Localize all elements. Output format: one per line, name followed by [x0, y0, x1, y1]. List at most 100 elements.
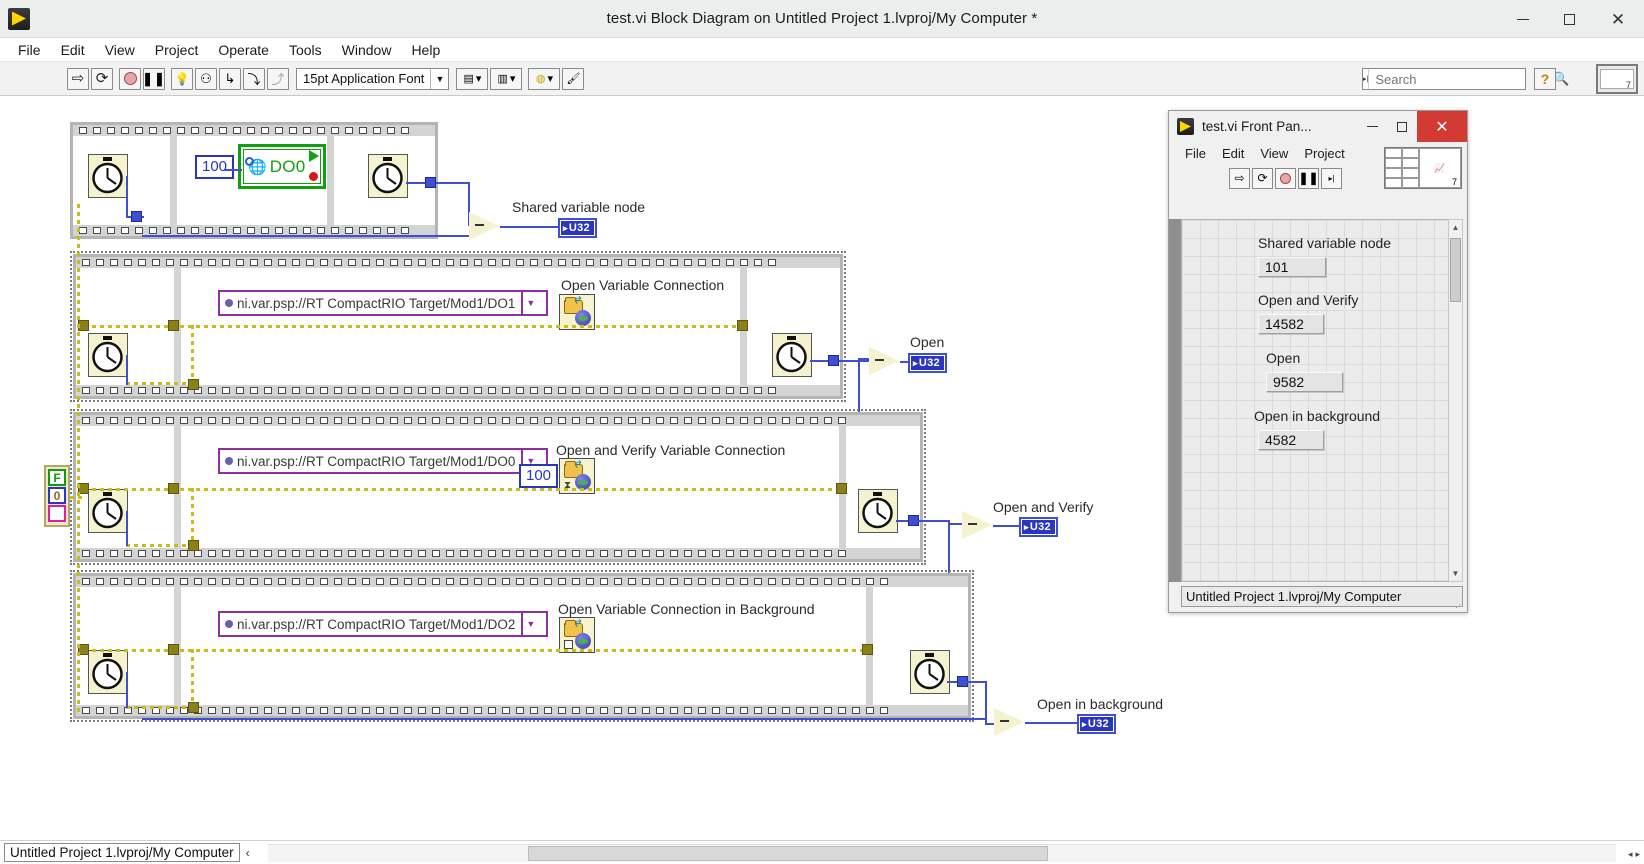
align-objects-dropdown[interactable]: ▤ ▾ [456, 67, 489, 90]
scrollbar-thumb[interactable] [528, 846, 1048, 861]
distribute-objects-dropdown[interactable]: ▥ ▾ [490, 67, 523, 90]
error-tunnel[interactable] [168, 644, 179, 655]
clean-up-diagram-button[interactable]: 🖌 [562, 67, 585, 90]
open-in-background-indicator[interactable]: U32 [1077, 714, 1116, 734]
subtract-node[interactable] [468, 211, 503, 241]
scroll-right-icon[interactable]: ▸ [1635, 849, 1640, 860]
open-in-background-sequence[interactable] [70, 570, 974, 722]
step-out-button[interactable] [267, 67, 289, 90]
menu-view[interactable]: View [95, 40, 145, 60]
horizontal-scrollbar[interactable] [268, 844, 1616, 862]
resize-grip-icon[interactable]: ⋰ [1455, 599, 1464, 610]
error-cluster-constant[interactable]: F 0 [44, 465, 70, 527]
help-button[interactable]: ? [1534, 68, 1556, 90]
open-indicator[interactable]: U32 [908, 353, 947, 373]
shared-variable-node-indicator[interactable]: U32 [558, 218, 597, 238]
scrollbar-thumb[interactable] [1450, 238, 1461, 302]
maximize-button[interactable] [1546, 0, 1592, 38]
fp-menu-view[interactable]: View [1252, 145, 1296, 162]
menu-project[interactable]: Project [145, 40, 209, 60]
close-button[interactable]: ✕ [1592, 0, 1644, 38]
open-variable-connection-in-background-node[interactable]: ↱ [559, 617, 595, 653]
status-bar-resize-marker[interactable]: ‹ [246, 846, 250, 860]
fp-menu-project[interactable]: Project [1296, 145, 1352, 162]
error-tunnel[interactable] [737, 320, 748, 331]
error-tunnel[interactable] [188, 379, 199, 390]
error-tunnel[interactable] [168, 483, 179, 494]
fp-indicator-open-and-verify[interactable]: 14582 [1258, 314, 1324, 334]
fp-run-continuously-button[interactable]: ⟳ [1252, 167, 1273, 189]
fp-run-button[interactable]: ⇨ [1229, 167, 1250, 189]
tick-count-node[interactable] [88, 489, 128, 533]
error-status-boolean[interactable]: F [48, 469, 66, 486]
psp-path-control-do2[interactable]: ni.var.psp://RT CompactRIO Target/Mod1/D… [218, 611, 548, 637]
highlight-execution-button[interactable] [171, 67, 193, 90]
menu-file[interactable]: File [8, 40, 51, 60]
menu-window[interactable]: Window [332, 40, 402, 60]
front-panel-window[interactable]: test.vi Front Pan... ✕ File Edit View Pr… [1168, 110, 1468, 613]
open-and-verify-indicator[interactable]: U32 [1019, 517, 1058, 537]
error-code-numeric[interactable]: 0 [48, 487, 66, 504]
fp-indicator-open[interactable]: 9582 [1266, 372, 1343, 392]
step-over-button[interactable] [243, 67, 265, 90]
menu-edit[interactable]: Edit [51, 40, 95, 60]
timeout-constant-100[interactable]: 100 [195, 155, 235, 179]
reorder-dropdown[interactable]: ◍ ▾ [528, 67, 561, 90]
search-input[interactable] [1369, 70, 1554, 88]
fp-menu-file[interactable]: File [1177, 145, 1214, 162]
fp-maximize-button[interactable] [1387, 111, 1417, 142]
error-tunnel[interactable] [188, 540, 199, 551]
fp-menu-edit[interactable]: Edit [1214, 145, 1252, 162]
retain-wire-values-button[interactable] [195, 67, 217, 90]
menu-tools[interactable]: Tools [279, 40, 332, 60]
pause-button[interactable]: ❚❚ [142, 67, 165, 90]
tick-count-node[interactable] [772, 333, 812, 377]
minimize-button[interactable] [1500, 0, 1546, 38]
subtract-node[interactable] [961, 510, 996, 540]
fp-close-button[interactable]: ✕ [1417, 111, 1467, 142]
tick-count-node[interactable] [910, 650, 950, 694]
fp-abort-button[interactable] [1275, 167, 1296, 189]
chevron-down-icon[interactable]: ▼ [521, 292, 538, 314]
timeout-constant-100[interactable]: 100 [519, 464, 559, 488]
tick-count-node[interactable] [368, 154, 408, 198]
sequence-tunnel[interactable] [131, 211, 142, 222]
front-panel-vertical-scrollbar[interactable]: ▲ ▼ [1448, 219, 1463, 582]
psp-path-control-do1[interactable]: ni.var.psp://RT CompactRIO Target/Mod1/D… [218, 290, 548, 316]
menu-help[interactable]: Help [401, 40, 450, 60]
front-panel-connector-pane[interactable]: 📈 [1384, 147, 1462, 189]
fp-indicator-shared-variable-node[interactable]: 101 [1258, 257, 1326, 277]
tick-count-node[interactable] [858, 489, 898, 533]
fp-pause-button[interactable]: ❚❚ [1298, 167, 1319, 189]
sequence-tunnel[interactable] [828, 355, 839, 366]
fp-indicator-open-in-background[interactable]: 4582 [1258, 430, 1324, 450]
error-tunnel[interactable] [862, 644, 873, 655]
scroll-left-icon[interactable]: ◂ [1628, 849, 1633, 860]
fp-minimize-button[interactable] [1357, 111, 1387, 142]
tick-count-node[interactable] [88, 333, 128, 377]
tick-count-node[interactable] [88, 650, 128, 694]
run-button[interactable] [67, 67, 89, 90]
step-into-button[interactable] [219, 67, 241, 90]
scroll-up-icon[interactable]: ▲ [1449, 220, 1462, 235]
fp-more-button[interactable]: ▸| [1321, 167, 1342, 189]
chevron-down-icon[interactable]: ▼ [521, 613, 538, 635]
subtract-node[interactable] [868, 346, 903, 376]
psp-path-control-do0[interactable]: ni.var.psp://RT CompactRIO Target/Mod1/D… [218, 448, 548, 474]
subtract-node[interactable] [993, 707, 1028, 737]
menu-operate[interactable]: Operate [208, 40, 279, 60]
open-and-verify-sequence[interactable] [70, 409, 926, 565]
font-selector[interactable]: 15pt Application Font ▼ [296, 67, 450, 90]
tick-count-node[interactable] [88, 154, 128, 198]
search-box[interactable]: ▸| 🔍 [1362, 68, 1570, 90]
run-continuously-button[interactable] [91, 67, 113, 90]
connector-pane[interactable] [1596, 64, 1638, 94]
sequence-tunnel[interactable] [425, 177, 436, 188]
error-tunnel[interactable] [836, 483, 847, 494]
abort-execution-button[interactable] [119, 67, 141, 90]
shared-variable-node[interactable]: 🌐 DO0 [238, 144, 326, 189]
error-tunnel[interactable] [168, 320, 179, 331]
front-panel-canvas[interactable]: Shared variable node 101 Open and Verify… [1181, 219, 1463, 582]
error-source-string[interactable] [48, 505, 66, 522]
scroll-down-icon[interactable]: ▼ [1449, 566, 1462, 581]
